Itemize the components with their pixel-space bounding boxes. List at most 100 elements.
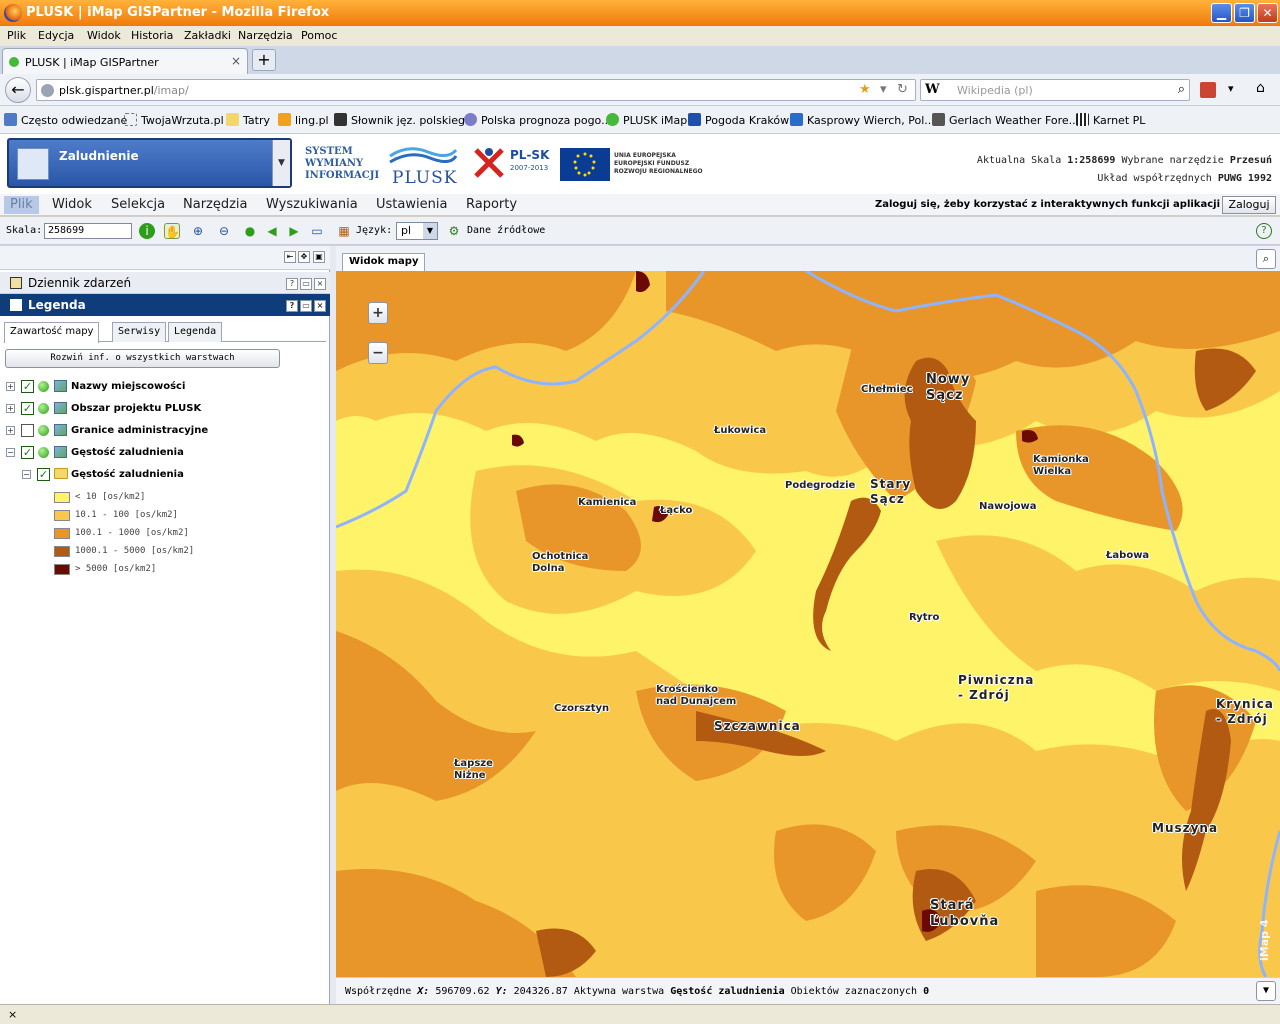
close-icon[interactable]: × (314, 278, 326, 290)
sublayer-row: − ✓ Gęstość zaludnienia (22, 468, 184, 481)
menu-history[interactable]: Historia (131, 29, 173, 42)
expand-all-icon[interactable]: ✥ (298, 251, 310, 263)
collapse-left-icon[interactable]: ⇤ (284, 251, 296, 263)
language-select[interactable]: pl ▼ (396, 222, 438, 240)
zoom-out-button[interactable]: − (368, 342, 388, 364)
bookmark-item[interactable]: TwojaWrzuta.pl (124, 113, 224, 127)
search-icon[interactable]: ⌕ (1178, 82, 1185, 97)
place-label: Piwniczna - Zdrój (958, 673, 1035, 702)
bookmark-item[interactable]: Gerlach Weather Fore... (932, 113, 1079, 127)
site-identity-icon[interactable] (41, 84, 54, 97)
search-icon[interactable]: ⌕ (1256, 249, 1276, 269)
back-button[interactable]: ← (5, 77, 31, 103)
tab-legend[interactable]: Legenda (168, 322, 223, 342)
dropdown-icon[interactable]: ▾ (880, 82, 887, 97)
bookmark-item[interactable]: Często odwiedzane (4, 113, 127, 127)
appmenu-selekcja[interactable]: Selekcja (105, 196, 171, 214)
restore-icon[interactable]: ▣ (313, 251, 325, 263)
layer-checkbox[interactable]: ✓ (21, 402, 34, 415)
browser-tab[interactable]: PLUSK | iMap GISPartner × (2, 48, 248, 74)
gear-icon[interactable]: ⚙ (446, 223, 462, 239)
maximize-button[interactable]: ❐ (1234, 3, 1255, 23)
new-tab-button[interactable]: + (252, 49, 276, 71)
minimize-button[interactable]: ▁ (1211, 3, 1232, 23)
scale-label: Skala: (6, 225, 43, 236)
addon-icon[interactable] (1200, 82, 1216, 98)
theme-selector[interactable]: Zaludnienie ▼ (7, 138, 292, 188)
table-icon[interactable]: ▦ (336, 223, 352, 239)
tab-services[interactable]: Serwisy (112, 322, 167, 342)
bookmark-item[interactable]: PLUSK iMap (606, 113, 687, 127)
zoom-out-icon[interactable]: ⊖ (216, 223, 232, 239)
bookmark-star-icon[interactable]: ★ (859, 82, 871, 97)
wikipedia-icon[interactable]: W (925, 82, 940, 97)
bookmark-item[interactable]: Karnet PL (1076, 113, 1145, 127)
help-icon[interactable]: ? (1256, 223, 1272, 239)
login-button[interactable]: Zaloguj (1222, 196, 1276, 214)
expand-icon[interactable]: + (6, 404, 15, 413)
layer-checkbox[interactable]: ✓ (21, 446, 34, 459)
collapse-icon[interactable]: − (22, 470, 31, 479)
bookmark-item[interactable]: Kasprowy Wierch, Pol... (790, 113, 935, 127)
close-icon[interactable]: × (8, 1008, 17, 1021)
info-icon[interactable]: i (139, 223, 155, 239)
menu-bookmarks[interactable]: Zakładki (184, 29, 231, 42)
legend-panel-header[interactable]: Legenda ? ▭ × (0, 294, 330, 316)
minimize-icon[interactable]: ▭ (300, 300, 312, 312)
zoom-in-icon[interactable]: ⊕ (190, 223, 206, 239)
minimize-icon[interactable]: ▭ (300, 278, 312, 290)
legend-swatch (54, 510, 70, 521)
pan-hand-icon[interactable]: ✋ (164, 223, 180, 239)
population-icon (17, 148, 49, 180)
menu-view[interactable]: Widok (87, 29, 121, 42)
bookmark-item[interactable]: Tatry (226, 113, 270, 127)
events-panel-header[interactable]: Dziennik zdarzeń ? ▭ × (0, 272, 330, 294)
expand-icon[interactable]: + (6, 382, 15, 391)
menu-help[interactable]: Pomoc (301, 29, 337, 42)
zoom-in-button[interactable]: + (368, 302, 388, 324)
scale-input[interactable]: 258699 (44, 223, 132, 239)
layer-checkbox[interactable]: ✓ (37, 468, 50, 481)
map-canvas[interactable]: + − Nowy Sącz Chełmiec Łukowica Kamionka W… (336, 271, 1280, 977)
tab-map-content[interactable]: Zawartość mapy (4, 322, 100, 343)
appmenu-ustawienia[interactable]: Ustawienia (370, 196, 453, 214)
close-tab-icon[interactable]: × (231, 54, 241, 68)
data-source-link[interactable]: Dane źródłowe (467, 225, 545, 236)
layer-checkbox[interactable] (21, 424, 34, 437)
place-label: Krynica - Zdrój (1216, 697, 1274, 726)
menu-edit[interactable]: Edycja (38, 29, 74, 42)
appmenu-narzedzia[interactable]: Narzędzia (177, 196, 254, 214)
map-view-tab[interactable]: Widok mapy (342, 253, 426, 271)
previous-extent-icon[interactable]: ◀ (264, 223, 280, 239)
print-icon[interactable]: ▭ (309, 223, 325, 239)
home-icon[interactable]: ⌂ (1256, 80, 1265, 96)
close-icon[interactable]: × (314, 300, 326, 312)
close-button[interactable]: ✕ (1257, 3, 1278, 23)
help-icon[interactable]: ? (286, 278, 298, 290)
addon-dropdown-icon[interactable]: ▾ (1228, 82, 1234, 95)
chevron-down-icon[interactable]: ▼ (1256, 981, 1276, 1001)
expand-icon[interactable]: + (6, 426, 15, 435)
favicon-icon (9, 57, 19, 67)
collapse-icon[interactable]: − (6, 448, 15, 457)
appmenu-plik[interactable]: Plik (4, 196, 39, 214)
menu-file[interactable]: Plik (7, 29, 26, 42)
bookmark-item[interactable]: Słownik jęz. polskiego (334, 113, 472, 127)
search-bar[interactable]: W Wikipedia (pl) ⌕ (920, 79, 1190, 101)
appmenu-widok[interactable]: Widok (46, 196, 98, 214)
full-extent-icon[interactable]: ● (242, 223, 258, 239)
menu-tools[interactable]: Narzędzia (238, 29, 293, 42)
imap-watermark: iMap 4 (1258, 919, 1271, 962)
appmenu-wyszukiwania[interactable]: Wyszukiwania (260, 196, 364, 214)
bookmark-item[interactable]: ling.pl (278, 113, 329, 127)
help-icon[interactable]: ? (286, 300, 298, 312)
bookmark-item[interactable]: Pogoda Kraków (688, 113, 789, 127)
reload-icon[interactable]: ↻ (897, 82, 908, 97)
bookmark-item[interactable]: Polska prognoza pogo... (464, 113, 612, 127)
chevron-down-icon[interactable]: ▼ (272, 140, 290, 186)
url-bar[interactable]: plsk.gispartner.pl/imap/ ★ ▾ ↻ (36, 79, 916, 101)
layer-checkbox[interactable]: ✓ (21, 380, 34, 393)
appmenu-raporty[interactable]: Raporty (460, 196, 523, 214)
next-extent-icon[interactable]: ▶ (286, 223, 302, 239)
expand-layers-button[interactable]: Rozwiń inf. o wszystkich warstwach (5, 349, 280, 368)
